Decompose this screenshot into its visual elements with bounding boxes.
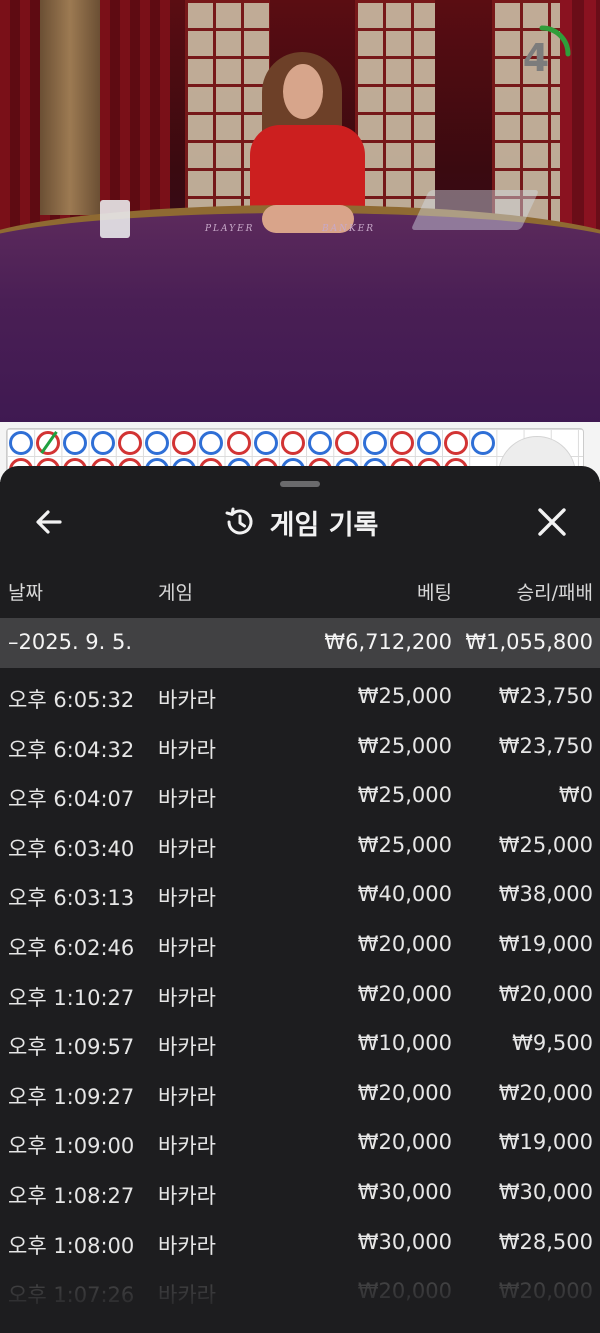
row-win-loss: ₩23,750 (498, 684, 593, 708)
bead-blue (145, 431, 169, 455)
bead-red (117, 431, 142, 455)
lattice-screen (355, 0, 435, 230)
card-shoe (410, 190, 540, 230)
list-fade (0, 1263, 600, 1333)
row-game: 바카라 (158, 1134, 216, 1159)
row-bet: ₩20,000 (357, 931, 452, 956)
row-win-loss: ₩30,000 (498, 1179, 593, 1204)
row-bet: ₩10,000 (357, 1031, 452, 1056)
row-bet: ₩20,000 (357, 1080, 452, 1105)
row-win-loss: ₩23,750 (498, 733, 593, 758)
row-bet: ₩30,000 (357, 1229, 452, 1254)
row-game: 바카라 (158, 985, 216, 1010)
row-bet: ₩20,000 (357, 1130, 452, 1155)
date-group-row[interactable]: –2025. 9. 5. ₩6,712,200 ₩1,055,800 (0, 618, 600, 668)
dealer-face (283, 64, 323, 119)
row-bet: ₩25,000 (357, 832, 452, 857)
row-game: 바카라 (158, 836, 216, 861)
row-game: 바카라 (158, 1035, 216, 1060)
row-time: 오후 1:08:00 (8, 1233, 135, 1258)
column-header-win-loss: 승리/패배 (516, 582, 593, 604)
live-video: PLAYER BANKER 4 (0, 0, 600, 422)
table-label-player: PLAYER (205, 224, 255, 234)
row-win-loss: ₩19,000 (498, 1130, 593, 1155)
history-row[interactable]: 오후 1:08:27 바카라 ₩30,000 ₩30,000 (0, 1167, 600, 1217)
history-list: 오후 6:05:32 바카라 ₩25,000 ₩23,750 오후 6:04:32 바카라… (0, 671, 600, 1316)
row-bet: ₩40,000 (357, 882, 452, 907)
history-row[interactable]: 오후 1:09:27 바카라 ₩20,000 ₩20,000 (0, 1068, 600, 1118)
curtain-left (40, 0, 100, 215)
bead-blue (9, 431, 33, 455)
row-time: 오후 6:05:32 (8, 688, 135, 712)
bead-blue (90, 431, 115, 455)
row-game: 바카라 (158, 935, 216, 960)
column-header-game: 게임 (158, 582, 193, 604)
sheet-drag-handle[interactable] (280, 481, 320, 487)
row-win-loss: ₩9,500 (512, 1031, 593, 1056)
row-win-loss: ₩25,000 (498, 832, 593, 857)
row-time: 오후 1:09:57 (8, 1035, 135, 1060)
history-row[interactable]: 오후 1:10:27 바카라 ₩20,000 ₩20,000 (0, 969, 600, 1019)
date-group-label: –2025. 9. 5. (8, 630, 133, 654)
history-row[interactable]: 오후 6:04:07 바카라 ₩25,000 ₩0 (0, 770, 600, 820)
column-header-bet: 베팅 (417, 582, 452, 604)
row-time: 오후 1:10:27 (8, 985, 135, 1010)
history-row[interactable]: 오후 1:09:00 바카라 ₩20,000 ₩19,000 (0, 1117, 600, 1167)
game-history-sheet: 게임 기록 날짜 게임 베팅 승리/패배 –2025. 9. 5. ₩6,712… (0, 466, 600, 1333)
date-group-total-win: ₩1,055,800 (465, 630, 593, 654)
table-label-banker: BANKER (322, 224, 376, 234)
bead-red (281, 431, 305, 455)
bead-blue (308, 431, 333, 455)
bead-red (444, 431, 469, 455)
row-game: 바카라 (158, 1084, 216, 1109)
history-row[interactable]: 오후 6:04:32 바카라 ₩25,000 ₩23,750 (0, 721, 600, 771)
sheet-header: 게임 기록 (0, 500, 600, 544)
row-game: 바카라 (158, 886, 216, 911)
row-win-loss: ₩20,000 (498, 1080, 593, 1105)
row-time: 오후 6:02:46 (8, 935, 135, 960)
history-row[interactable]: 오후 6:02:46 바카라 ₩20,000 ₩19,000 (0, 919, 600, 969)
bead-blue (362, 431, 387, 455)
baccarat-table (0, 205, 600, 422)
row-game: 바카라 (158, 787, 216, 812)
row-time: 오후 6:04:07 (8, 787, 135, 812)
row-time: 오후 6:04:32 (8, 737, 135, 762)
row-bet: ₩30,000 (357, 1179, 452, 1204)
row-time: 오후 1:08:27 (8, 1183, 135, 1208)
card-stack (100, 200, 130, 238)
bead-red (226, 431, 251, 455)
column-header-date: 날짜 (8, 582, 43, 604)
row-bet: ₩20,000 (357, 981, 452, 1006)
row-win-loss: ₩0 (558, 783, 593, 808)
close-icon[interactable] (532, 502, 572, 542)
history-row[interactable]: 오후 6:05:32 바카라 ₩25,000 ₩23,750 (0, 671, 600, 721)
bead-blue (417, 431, 441, 455)
row-bet: ₩25,000 (357, 733, 452, 758)
row-game: 바카라 (158, 737, 216, 762)
row-bet: ₩25,000 (357, 783, 452, 808)
date-group-total-bet: ₩6,712,200 (324, 630, 452, 654)
row-time: 오후 1:09:00 (8, 1134, 135, 1159)
row-win-loss: ₩19,000 (498, 931, 593, 956)
row-game: 바카라 (158, 1183, 216, 1208)
row-game: 바카라 (158, 688, 216, 712)
history-clock-icon (225, 507, 253, 535)
row-win-loss: ₩28,500 (498, 1229, 593, 1254)
row-win-loss: ₩38,000 (498, 882, 593, 907)
sheet-title: 게임 기록 (269, 509, 379, 541)
history-row[interactable]: 오후 1:08:00 바카라 ₩30,000 ₩28,500 (0, 1217, 600, 1267)
bead-blue (253, 431, 278, 455)
countdown-number: 4 (522, 36, 550, 80)
bead-red (172, 431, 197, 455)
row-bet: ₩25,000 (357, 684, 452, 708)
row-time: 오후 6:03:13 (8, 886, 135, 911)
bead-red (389, 431, 414, 455)
history-row[interactable]: 오후 1:09:57 바카라 ₩10,000 ₩9,500 (0, 1018, 600, 1068)
row-win-loss: ₩20,000 (498, 981, 593, 1006)
row-game: 바카라 (158, 1233, 216, 1258)
history-row[interactable]: 오후 6:03:40 바카라 ₩25,000 ₩25,000 (0, 820, 600, 870)
row-time: 오후 1:09:27 (8, 1084, 135, 1109)
row-time: 오후 6:03:40 (8, 836, 135, 861)
history-row[interactable]: 오후 6:03:13 바카라 ₩40,000 ₩38,000 (0, 869, 600, 919)
